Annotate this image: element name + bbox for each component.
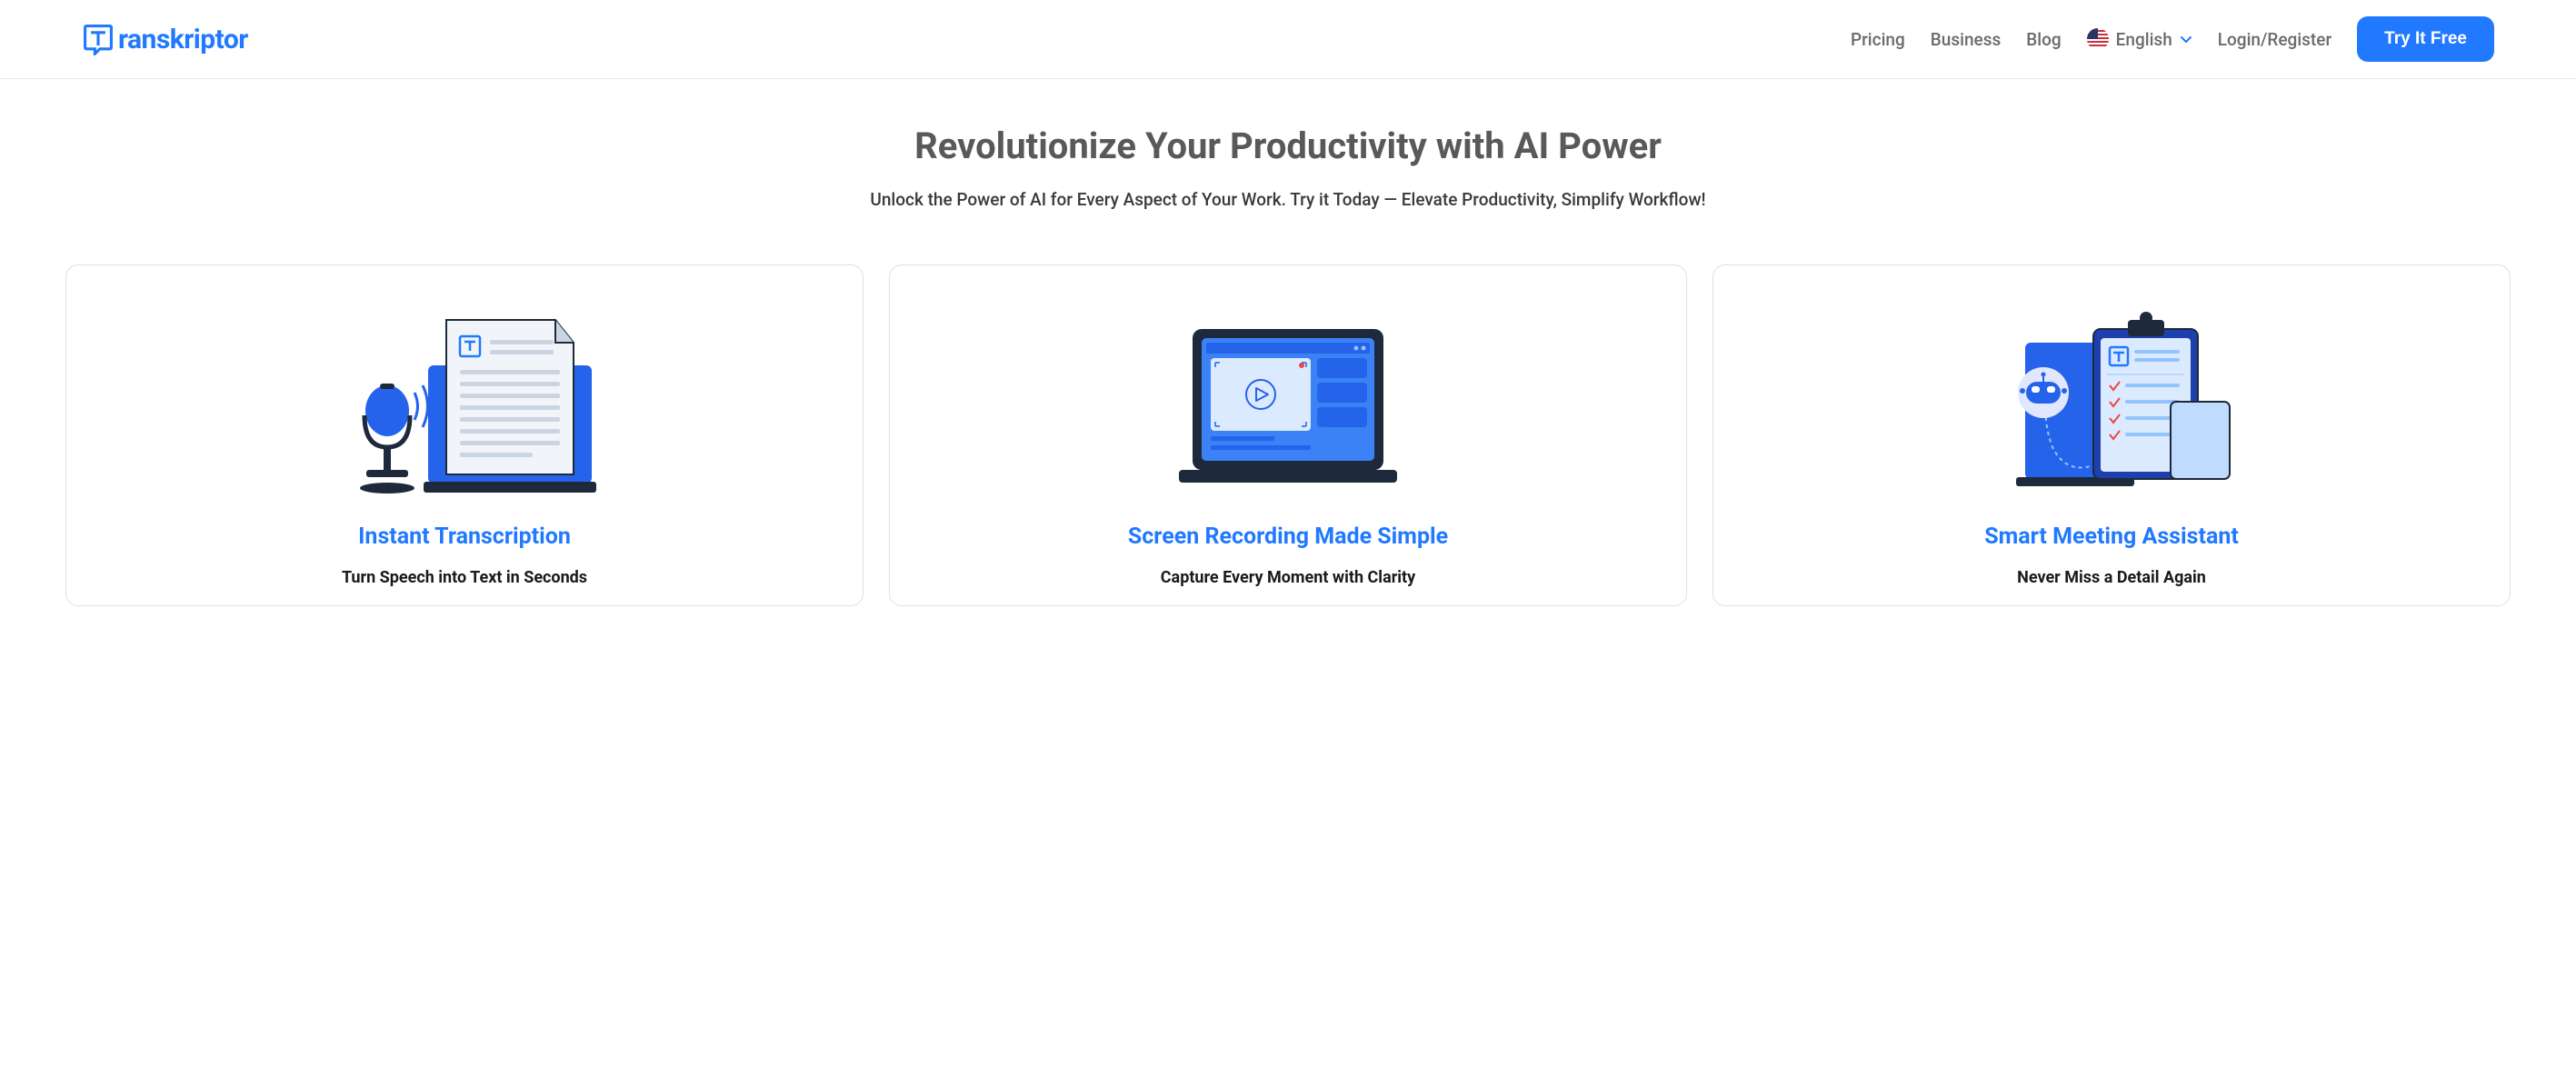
hero-title: Revolutionize Your Productivity with AI …	[82, 125, 2494, 167]
logo-text: ranskriptor	[118, 24, 248, 55]
nav-login[interactable]: Login/Register	[2218, 29, 2331, 50]
language-selector[interactable]: English	[2087, 28, 2192, 50]
card-transcription[interactable]: Instant Transcription Turn Speech into T…	[65, 264, 864, 606]
chevron-down-icon	[2180, 33, 2192, 45]
card-subtitle: Capture Every Moment with Clarity	[1161, 568, 1415, 587]
site-header: ranskriptor Pricing Business Blog Englis…	[0, 0, 2576, 79]
feature-cards: Instant Transcription Turn Speech into T…	[0, 237, 2576, 633]
card-subtitle: Turn Speech into Text in Seconds	[342, 568, 587, 587]
hero-section: Revolutionize Your Productivity with AI …	[0, 79, 2576, 237]
screen-recording-illustration	[1152, 293, 1424, 502]
meeting-assistant-illustration	[1975, 293, 2248, 502]
card-subtitle: Never Miss a Detail Again	[2017, 568, 2206, 587]
logo-icon	[82, 23, 115, 55]
card-title: Screen Recording Made Simple	[1128, 524, 1448, 550]
us-flag-icon	[2087, 28, 2109, 50]
card-title: Smart Meeting Assistant	[1984, 524, 2239, 550]
nav-business[interactable]: Business	[1931, 29, 2002, 50]
hero-subtitle: Unlock the Power of AI for Every Aspect …	[82, 189, 2494, 210]
card-screen-recording[interactable]: Screen Recording Made Simple Capture Eve…	[889, 264, 1687, 606]
language-label: English	[2116, 29, 2172, 50]
try-free-button[interactable]: Try It Free	[2357, 16, 2494, 62]
logo[interactable]: ranskriptor	[82, 23, 248, 55]
transcription-illustration	[328, 293, 601, 502]
nav-blog[interactable]: Blog	[2026, 29, 2061, 50]
card-title: Instant Transcription	[358, 524, 571, 550]
card-meeting-assistant[interactable]: Smart Meeting Assistant Never Miss a Det…	[1712, 264, 2511, 606]
main-nav: Pricing Business Blog English Login/Regi…	[1851, 16, 2494, 62]
nav-pricing[interactable]: Pricing	[1851, 29, 1905, 50]
